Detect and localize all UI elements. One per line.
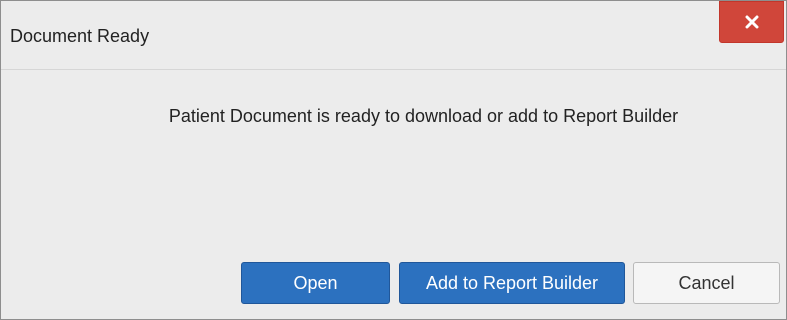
close-button[interactable] (719, 1, 784, 43)
open-button[interactable]: Open (241, 262, 390, 304)
document-ready-dialog: Document Ready Patient Document is ready… (0, 0, 787, 320)
cancel-button[interactable]: Cancel (633, 262, 780, 304)
close-icon (720, 2, 783, 42)
add-to-report-builder-button[interactable]: Add to Report Builder (399, 262, 625, 304)
dialog-titlebar: Document Ready (1, 1, 786, 69)
dialog-message: Patient Document is ready to download or… (168, 106, 679, 126)
dialog-title: Document Ready (10, 26, 150, 46)
title-divider (1, 69, 786, 70)
